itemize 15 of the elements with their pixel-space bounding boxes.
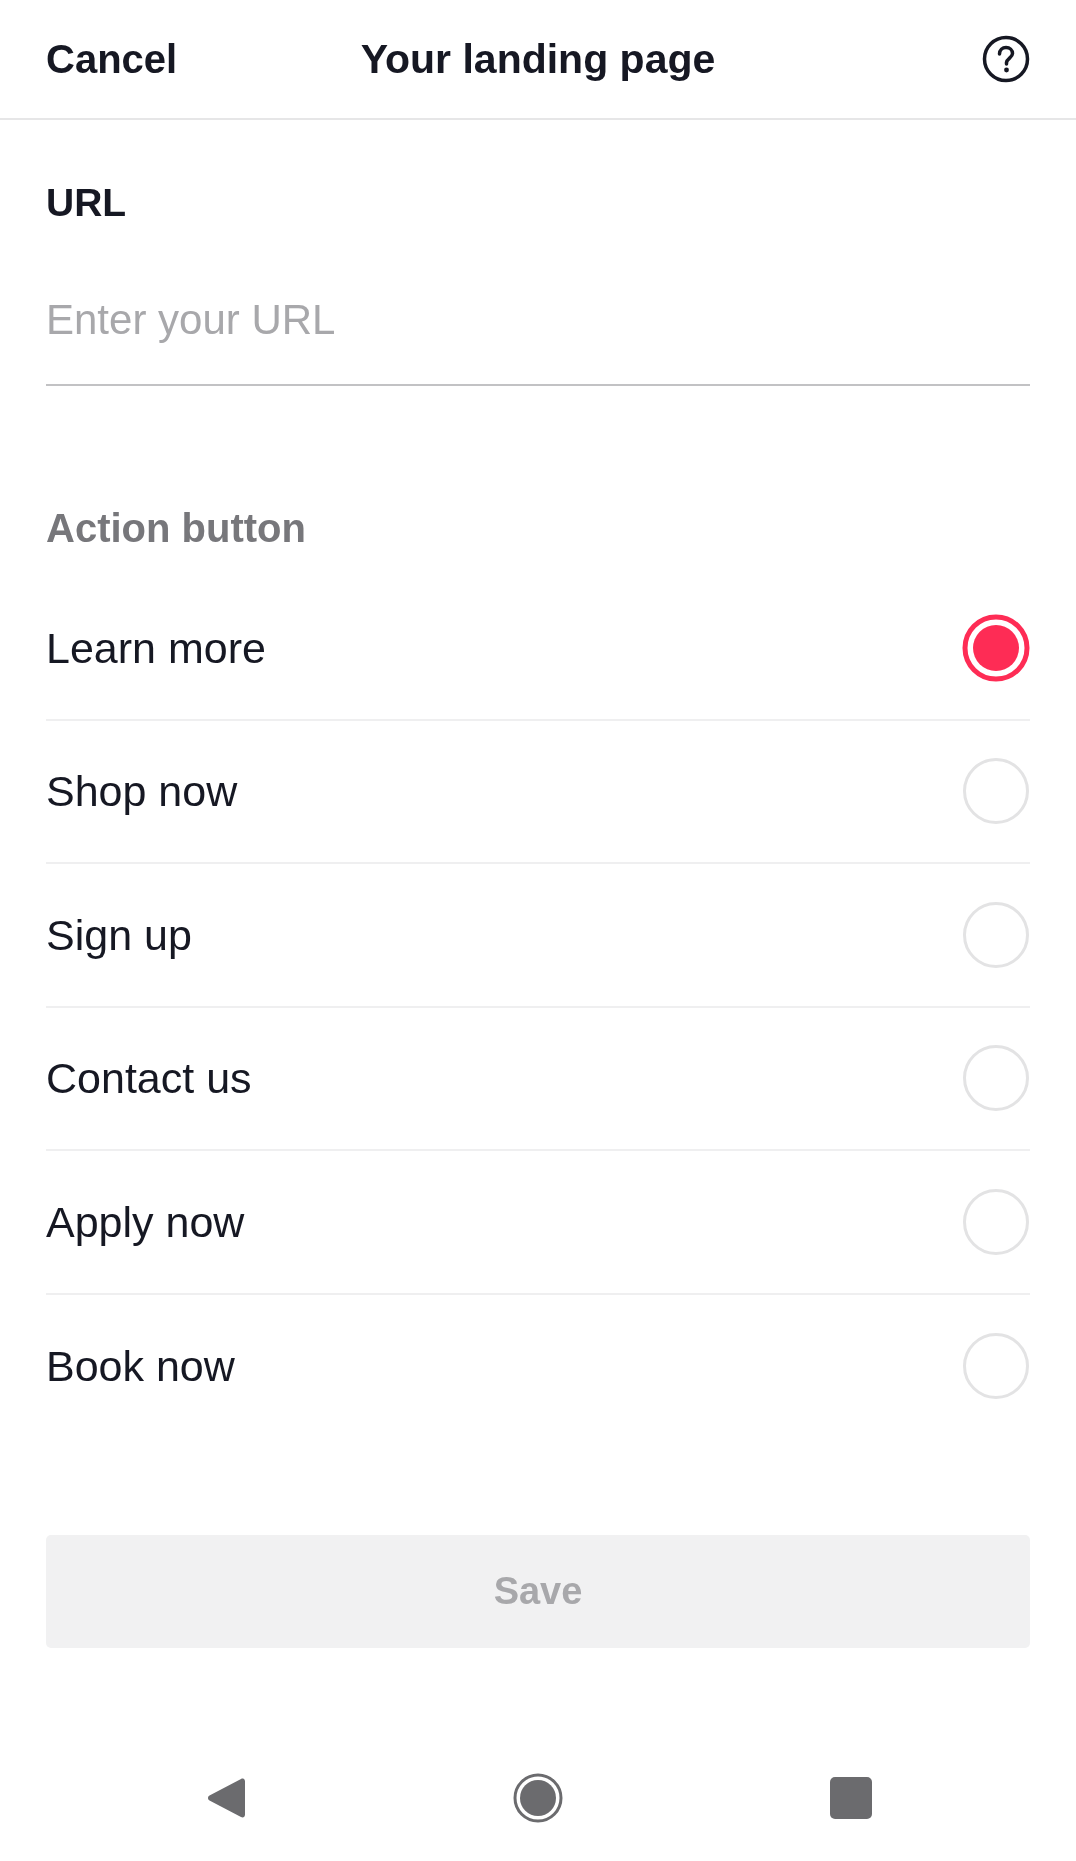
radio-button[interactable] <box>962 613 1030 682</box>
help-icon[interactable] <box>982 35 1030 83</box>
action-option[interactable]: Learn more <box>46 577 1030 721</box>
action-option[interactable]: Book now <box>46 1294 1030 1438</box>
action-option[interactable]: Sign up <box>46 864 1030 1008</box>
cancel-button[interactable]: Cancel <box>46 36 178 82</box>
action-option[interactable]: Shop now <box>46 720 1030 864</box>
section-heading: Action button <box>46 505 306 552</box>
page-title: Your landing page <box>360 35 716 84</box>
recent-apps-icon[interactable] <box>830 1777 872 1819</box>
url-label: URL <box>46 180 127 226</box>
url-field[interactable]: Enter your URL <box>46 288 1030 386</box>
action-option[interactable]: Apply now <box>46 1151 1030 1295</box>
home-icon[interactable] <box>513 1773 563 1823</box>
action-option[interactable]: Contact us <box>46 1007 1030 1151</box>
